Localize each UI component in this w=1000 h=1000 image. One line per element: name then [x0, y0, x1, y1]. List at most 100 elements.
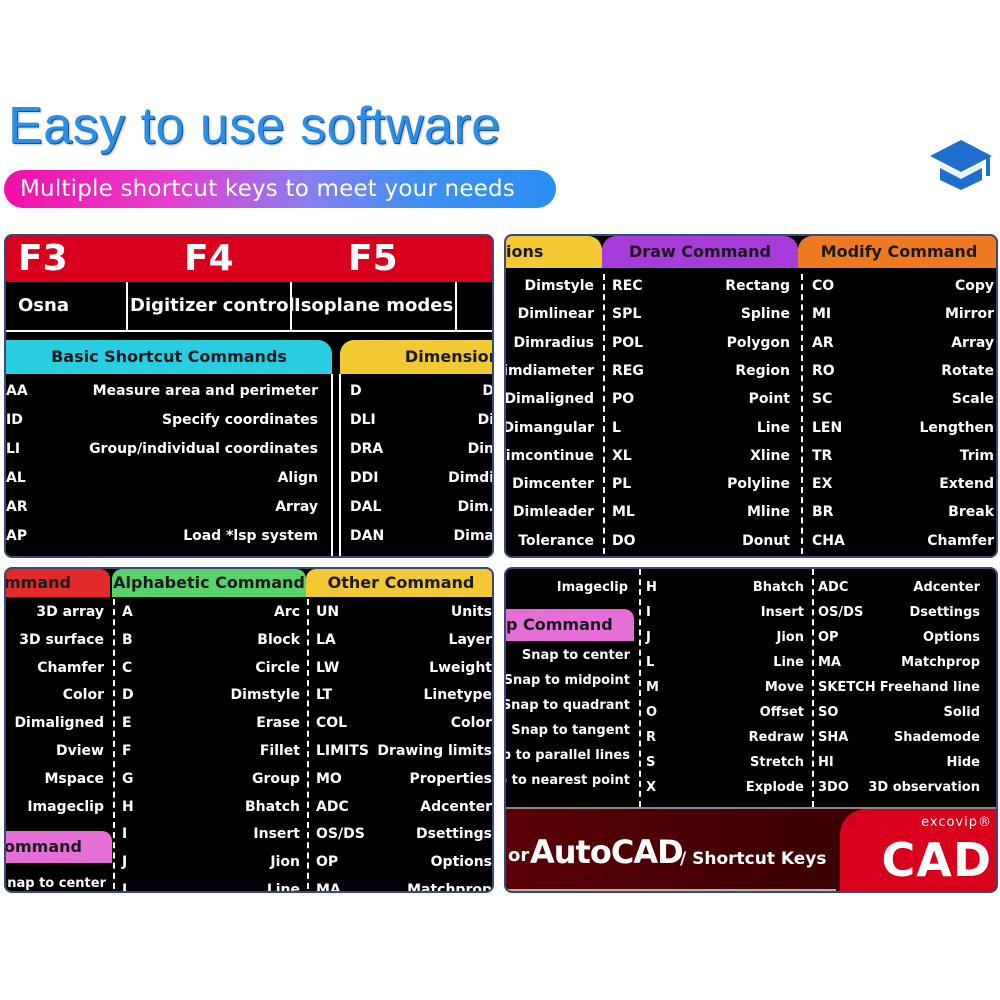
divider — [307, 599, 309, 891]
divider — [339, 374, 341, 556]
shortcut-key: TR — [812, 447, 833, 464]
shortcut-row: H Bhatch — [122, 796, 300, 818]
shortcut-command: Load *lsp system — [183, 528, 318, 544]
shortcut-command: Extend — [939, 476, 994, 493]
shortcut-row: HI Hide — [818, 752, 980, 774]
tab-alphabetic-command: Alphabetic Command — [112, 569, 306, 597]
shortcut-key: L — [612, 419, 621, 436]
shortcut-key: S — [646, 755, 656, 770]
shortcut-command: Group/individual coordinates — [89, 441, 318, 457]
shortcut-row: COL Color — [316, 712, 492, 734]
shortcut-command: Dimradius — [513, 334, 594, 351]
list-item: Snap to center — [506, 645, 630, 667]
shortcut-row: CO Copy — [812, 275, 994, 297]
alphabetic-other-panel: mmand Alphabetic Command Other Command o… — [4, 567, 494, 893]
footer-prefix: or — [508, 845, 530, 866]
shortcut-key: AA — [6, 383, 28, 399]
tab-basic-shortcut-commands: Basic Shortcut Commands — [6, 340, 332, 374]
shortcut-command: Region — [735, 362, 790, 379]
shortcut-key: HI — [818, 755, 834, 770]
shortcut-command: Donut — [742, 532, 790, 549]
shortcut-command: Line — [756, 419, 790, 436]
shortcut-command: Linetype — [423, 687, 492, 704]
shortcut-row: LT Linetype — [316, 684, 492, 706]
product-name: AutoCAD — [530, 833, 684, 871]
shortcut-command: Bhatch — [752, 580, 804, 595]
list-item: imdiameter — [506, 360, 594, 382]
shortcut-key: DDI — [350, 470, 379, 486]
shortcut-row: AA Measure area and perimeter — [6, 380, 318, 402]
shortcut-command: Move — [764, 680, 804, 695]
shortcut-key: COL — [316, 715, 348, 732]
shortcut-command: Spline — [740, 306, 790, 323]
list-item: Snap to tangent — [506, 720, 630, 742]
subheadline-pill: Multiple shortcut keys to meet your need… — [4, 170, 556, 208]
list-item: Dimradius — [506, 332, 594, 354]
fkey-label: F5 — [348, 238, 398, 279]
shortcut-key: AL — [6, 470, 26, 486]
shortcut-row: DRA Din — [350, 438, 494, 460]
shortcut-row: TR Trim — [812, 445, 994, 467]
shortcut-row: PO Point — [612, 388, 790, 410]
shortcut-command: Din — [467, 441, 494, 457]
shortcut-row: OS/DS Dsettings — [316, 823, 492, 845]
shortcut-command: Layer — [448, 631, 492, 648]
list-item: Dimaligned — [6, 712, 104, 734]
shortcut-row: AR Array — [6, 496, 318, 518]
shortcut-key: SPL — [612, 306, 642, 323]
brand-mark: CAD — [881, 833, 992, 887]
shortcut-command: Insert — [760, 605, 804, 620]
shortcut-key: PL — [612, 476, 632, 493]
shortcut-row: I Insert — [122, 823, 300, 845]
shortcut-command: Bhatch — [244, 798, 300, 815]
list-item: Imageclip — [556, 580, 628, 595]
shortcut-row: SKETCH Freehand line — [818, 677, 980, 699]
list-item: Mspace — [6, 768, 104, 790]
shortcut-key: POL — [612, 334, 644, 351]
tab-dimension: ions — [506, 236, 602, 268]
shortcut-row: ML Mline — [612, 501, 790, 523]
shortcut-row: L Line — [612, 417, 790, 439]
shortcut-command: Dimstyle — [230, 687, 300, 704]
divider — [603, 274, 605, 556]
shortcut-key: UN — [316, 604, 340, 620]
shortcut-key: B — [122, 631, 133, 648]
shortcut-key: J — [122, 854, 128, 871]
shortcut-key: C — [122, 659, 133, 676]
shortcut-command: Drawing limits — [377, 743, 492, 759]
shortcut-key: CO — [812, 278, 835, 294]
shortcut-command: Dimstyle — [524, 278, 594, 294]
list-item: nap to nearest point — [506, 770, 630, 792]
list-item: Snap to center — [6, 873, 106, 891]
shortcut-key: CHA — [812, 532, 845, 549]
shortcut-command: 3D surface — [19, 631, 104, 648]
shortcut-row: XL Xline — [612, 445, 790, 467]
divider — [455, 282, 457, 330]
shortcut-key: OS/DS — [818, 605, 864, 620]
shortcut-key: RO — [812, 362, 835, 379]
shortcut-command: Adcenter — [913, 580, 980, 595]
function-keys-descriptions: Osna Digitizer control Isoplane modes — [6, 282, 492, 332]
shortcut-key: AP — [6, 528, 28, 544]
shortcut-key: LI — [6, 441, 21, 457]
shortcut-row: B Block — [122, 629, 300, 651]
divider — [639, 569, 641, 807]
shortcut-command: Color — [62, 687, 104, 704]
shortcut-row: OP Options — [316, 851, 492, 873]
shortcut-command: Line — [266, 882, 300, 893]
draw-modify-panel: ions Draw Command Modify Command Dimstyl… — [504, 234, 998, 558]
shortcut-row: X Explode — [646, 777, 804, 799]
shortcut-row: L Line — [122, 879, 300, 893]
shortcut-key: LW — [316, 659, 340, 676]
shortcut-command: Jion — [270, 854, 300, 871]
shortcut-row: PL Polyline — [612, 473, 790, 495]
shortcut-row: J Jion — [646, 627, 804, 649]
list-item: Dimleader — [506, 501, 594, 523]
shortcut-key: ADC — [316, 798, 349, 815]
shortcut-command: Dsettings — [909, 605, 980, 620]
shortcut-command: Shademode — [893, 730, 980, 745]
list-item: 3D surface — [6, 629, 104, 651]
list-item: nap to parallel lines — [506, 745, 630, 767]
shortcut-key: F — [122, 743, 132, 759]
shortcut-key: MO — [316, 770, 342, 787]
